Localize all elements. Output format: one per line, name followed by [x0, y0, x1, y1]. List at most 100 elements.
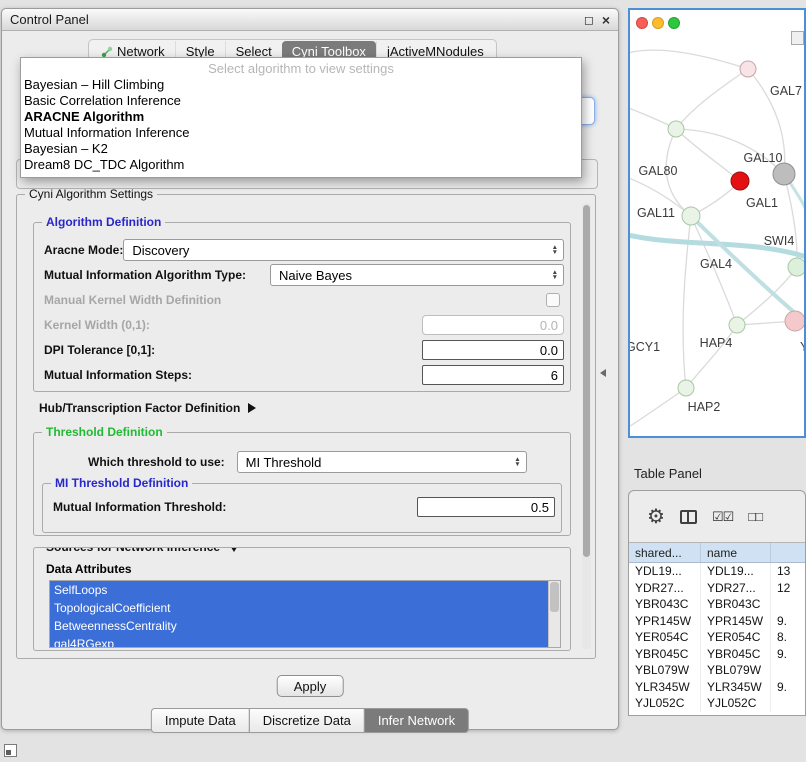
manual-kernel-row: Manual Kernel Width Definition	[44, 289, 564, 311]
tab-discretize-data[interactable]: Discretize Data	[249, 708, 365, 733]
table-cell: YBR043C	[629, 596, 701, 613]
network-node[interactable]	[731, 172, 749, 190]
settings-scrollbar[interactable]	[582, 203, 591, 649]
network-canvas[interactable]: GAL7GAL80GAL10GAL11GAL1SWI4GAL4GCY1HAP4Y…	[630, 10, 804, 436]
attribute-items: SelfLoopsTopologicalCoefficientBetweenne…	[50, 581, 560, 648]
network-node[interactable]	[682, 207, 700, 225]
network-node[interactable]	[773, 163, 795, 185]
aracne-mode-label: Aracne Mode:	[44, 243, 123, 257]
network-node[interactable]	[668, 121, 684, 137]
stepper-arrows-icon: ▲▼	[514, 457, 525, 467]
table-row[interactable]: YPR145WYPR145W9.	[629, 613, 805, 630]
dpi-tolerance-input[interactable]	[422, 340, 564, 360]
node-label: GCY1	[630, 340, 660, 354]
select-all-icon[interactable]: ☑☑	[712, 509, 733, 525]
kernel-width-label: Kernel Width (0,1):	[44, 318, 150, 332]
attribute-item[interactable]: SelfLoops	[50, 581, 548, 599]
dropdown-placeholder: Select algorithm to view settings	[21, 61, 581, 77]
mi-type-value: Naive Bayes	[279, 268, 352, 283]
attribute-item[interactable]: TopologicalCoefficient	[50, 599, 548, 617]
which-threshold-label: Which threshold to use:	[88, 455, 225, 469]
column-header[interactable]	[771, 543, 805, 562]
bottom-tabs: Impute Data Discretize Data Infer Networ…	[151, 708, 469, 733]
threshold-definition-group: Threshold Definition Which threshold to …	[33, 432, 571, 536]
manual-kernel-checkbox[interactable]	[546, 293, 560, 307]
which-threshold-value: MI Threshold	[246, 455, 322, 470]
network-node[interactable]	[729, 317, 745, 333]
which-threshold-select[interactable]: MI Threshold ▲▼	[237, 451, 527, 473]
mi-type-row: Mutual Information Algorithm Type: Naive…	[44, 264, 564, 286]
mi-threshold-input[interactable]	[417, 497, 555, 517]
table-cell	[771, 695, 805, 712]
close-window-button[interactable]: ×	[602, 12, 610, 28]
window-buttons: ◻ ×	[584, 12, 610, 28]
network-edge	[630, 50, 748, 69]
aracne-mode-select[interactable]: Discovery ▲▼	[123, 239, 564, 261]
splitter-collapse-arrow[interactable]	[600, 369, 606, 377]
algorithm-option[interactable]: Mutual Information Inference	[21, 125, 581, 141]
collapsed-arrow-icon	[248, 403, 256, 413]
window-titlebar[interactable]: Control Panel ◻ ×	[2, 9, 618, 31]
algorithm-option[interactable]: Bayesian – K2	[21, 141, 581, 157]
mi-steps-input[interactable]	[422, 365, 564, 385]
stepper-arrows-icon: ▲▼	[552, 270, 563, 280]
table-row[interactable]: YER054CYER054C8.	[629, 629, 805, 646]
algorithm-option[interactable]: Dream8 DC_TDC Algorithm	[21, 157, 581, 173]
mi-type-select[interactable]: Naive Bayes ▲▼	[270, 264, 564, 286]
dpi-tolerance-label: DPI Tolerance [0,1]:	[44, 343, 155, 357]
table-cell: YER054C	[701, 629, 771, 646]
close-traffic-light[interactable]	[636, 17, 648, 29]
hub-definition-toggle[interactable]: Hub/Transcription Factor Definition	[39, 401, 256, 415]
attribute-item[interactable]: BetweennessCentrality	[50, 617, 548, 635]
network-node[interactable]	[785, 311, 804, 331]
network-node[interactable]	[678, 380, 694, 396]
restore-panel-icon[interactable]	[4, 744, 17, 757]
node-label: GAL11	[637, 206, 675, 220]
attributes-scrollbar[interactable]	[548, 581, 560, 647]
table-body: YDL19...YDL19...13YDR27...YDR27...12YBR0…	[629, 563, 805, 715]
gear-icon[interactable]: ⚙	[647, 507, 665, 527]
zoom-traffic-light[interactable]	[668, 17, 680, 29]
table-row[interactable]: YBR045CYBR045C9.	[629, 646, 805, 663]
table-row[interactable]: YLR345WYLR345W9.	[629, 679, 805, 696]
algorithm-option[interactable]: Bayesian – Hill Climbing	[21, 77, 581, 93]
table-panel-window: ⚙ ☑☑ □□ shared...name YDL19...YDL19...13…	[628, 490, 806, 716]
columns-icon[interactable]	[680, 510, 697, 524]
kernel-width-input[interactable]	[422, 315, 564, 335]
attribute-item[interactable]: gal4RGexp	[50, 635, 548, 648]
table-cell: YDR27...	[701, 580, 771, 597]
table-row[interactable]: YDR27...YDR27...12	[629, 580, 805, 597]
table-row[interactable]: YDL19...YDL19...13	[629, 563, 805, 580]
node-label: GAL7	[770, 84, 802, 98]
algorithm-option[interactable]: ARACNE Algorithm	[21, 109, 581, 125]
tab-impute-data[interactable]: Impute Data	[151, 708, 250, 733]
node-label: Y	[800, 340, 804, 354]
table-cell	[771, 596, 805, 613]
column-header[interactable]: shared...	[629, 543, 701, 562]
minimize-traffic-light[interactable]	[652, 17, 664, 29]
node-label: GAL4	[700, 257, 732, 271]
float-window-button[interactable]: ◻	[584, 13, 594, 27]
cyni-settings-group-title: Cyni Algorithm Settings	[25, 187, 157, 201]
data-attributes-list: SelfLoopsTopologicalCoefficientBetweenne…	[49, 580, 561, 648]
network-node[interactable]	[740, 61, 756, 77]
dpi-tolerance-row: DPI Tolerance [0,1]:	[44, 339, 564, 361]
dropdown-item-list: Bayesian – Hill ClimbingBasic Correlatio…	[21, 77, 581, 173]
scrollbar-thumb[interactable]	[583, 205, 590, 557]
column-header[interactable]: name	[701, 543, 771, 562]
apply-button[interactable]: Apply	[277, 675, 344, 697]
algorithm-option[interactable]: Basic Correlation Inference	[21, 93, 581, 109]
network-edge	[630, 388, 686, 430]
table-cell: YBL079W	[701, 662, 771, 679]
manual-kernel-label: Manual Kernel Width Definition	[44, 293, 221, 307]
network-scrollbar-button[interactable]	[791, 31, 804, 45]
network-node[interactable]	[788, 258, 804, 276]
mi-threshold-row: Mutual Information Threshold:	[53, 497, 555, 517]
table-row[interactable]: YBR043CYBR043C	[629, 596, 805, 613]
table-row[interactable]: YJL052CYJL052C	[629, 695, 805, 712]
table-cell: YJL052C	[701, 695, 771, 712]
tab-infer-network[interactable]: Infer Network	[364, 708, 469, 733]
table-row[interactable]: YBL079WYBL079W	[629, 662, 805, 679]
deselect-all-icon[interactable]: □□	[748, 509, 762, 524]
sources-toggle[interactable]: Sources for Network Inference	[42, 547, 243, 554]
